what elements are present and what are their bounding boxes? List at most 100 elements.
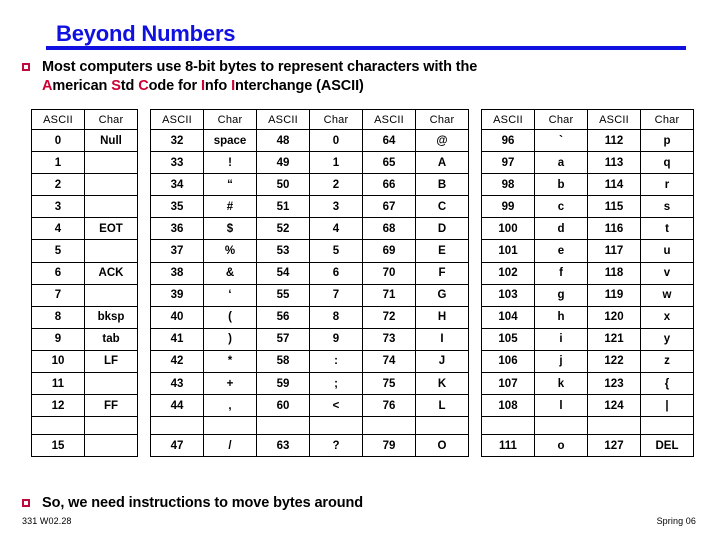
column-spacer-3-8 [468,306,482,329]
table-row: 1 33! 49 1 65 A 97 a 113 q [31,151,694,175]
cell-ascii-4-14: 111 [481,434,535,458]
cell-ascii-4-12: 108 [481,394,535,418]
cell-ascii-4-4: 100 [481,217,535,241]
cell-char-2-9: 9 [309,327,363,351]
cell-ascii-4-5: 101 [481,239,535,263]
column-spacer-0-10 [137,350,151,373]
cell-ascii-3-8: 72 [362,305,416,329]
cell-ascii-0-8: 8 [31,305,85,329]
cell-char-0-13 [84,416,138,436]
cell-char-2-2: 2 [309,173,363,197]
cell-ascii-4-8: 104 [481,305,535,329]
column-spacer-0-14 [137,434,151,457]
cell-ascii-3-2: 66 [362,173,416,197]
column-header-char-2: Char [309,109,363,130]
cell-char-1-14: / [203,434,257,458]
cell-char-0-9: tab [84,327,138,351]
cell-ascii-3-14: 79 [362,434,416,458]
cell-char-1-8: ( [203,305,257,329]
cell-char-4-10: j [534,349,588,374]
cell-ascii-2-10: 58 [256,349,310,374]
column-spacer-0-13 [137,416,151,435]
cell-char-4-11: k [534,372,588,396]
cell-char-1-13 [203,416,257,436]
cell-ascii-0-4: 4 [31,217,85,241]
footer-left-text: 331 W02.28 [22,516,72,526]
bullet-bottom-text: So, we need instructions to move bytes a… [42,495,363,511]
cell-char-1-11: + [203,372,257,396]
column-spacer-0-11 [137,372,151,395]
cell-ascii-1-7: 39 [150,283,204,307]
cell-ascii-2-0: 48 [256,128,310,153]
table-row: 15 47/63? 79 O 111 o 127 DEL [31,434,694,458]
column-header-ascii-5: ASCII [587,109,641,130]
cell-char-5-3: s [640,195,694,219]
bullet-item-top: Most computers use 8-bit bytes to repres… [22,58,712,96]
table-row: 0 Null 32 space 48 0 64 @96 ` 112 p [31,128,694,153]
cell-char-4-8: h [534,305,588,329]
cell-ascii-5-12: 124 [587,394,641,418]
cell-char-4-6: f [534,261,588,285]
cell-ascii-0-9: 9 [31,327,85,351]
cell-ascii-2-13 [256,416,310,436]
cell-char-5-2: r [640,173,694,197]
cell-char-4-9: i [534,327,588,351]
ascii-table-container: ASCII Char ASCII Char ASCII Char ASCII Char ASCI… [31,109,694,458]
cell-ascii-5-5: 117 [587,239,641,263]
column-spacer-3-5 [468,239,482,263]
cell-char-1-2: “ [203,173,257,197]
cell-char-2-12: < [309,394,363,418]
cell-ascii-5-10: 122 [587,349,641,374]
cell-ascii-4-7: 103 [481,283,535,307]
cell-char-2-10: : [309,349,363,374]
cell-char-4-1: a [534,151,588,175]
cell-char-3-8: H [415,305,469,329]
cell-ascii-1-11: 43 [150,372,204,396]
column-spacer-0-3 [137,195,151,218]
bullet-square-icon [22,499,30,507]
bullet-top-line2-part-9: nterchange (ASCII) [235,78,364,95]
cell-char-3-7: G [415,283,469,307]
column-spacer-0-12 [137,394,151,417]
cell-ascii-4-13 [481,416,535,436]
cell-ascii-0-2: 2 [31,173,85,197]
title-underline-rule [46,46,686,50]
cell-ascii-2-3: 51 [256,195,310,219]
bullet-top-line2: American Std Code for Info Interchange (… [42,78,364,94]
bullet-square-icon [22,63,30,71]
cell-ascii-3-3: 67 [362,195,416,219]
table-row: 12 FF 44, 60 <76 L 108 l 124 | [31,394,694,418]
column-header-ascii-4: ASCII [481,109,535,130]
cell-ascii-2-9: 57 [256,327,310,351]
column-spacer-0-9 [137,328,151,351]
column-spacer-3-9 [468,328,482,351]
cell-char-3-9: I [415,327,469,351]
cell-char-1-9: ) [203,327,257,351]
cell-char-0-10: LF [84,349,138,374]
cell-char-3-2: B [415,173,469,197]
cell-ascii-3-5: 69 [362,239,416,263]
cell-ascii-5-7: 119 [587,283,641,307]
cell-char-2-4: 4 [309,217,363,241]
column-header-char-3: Char [415,109,469,130]
page-title: Beyond Numbers [56,21,236,46]
cell-ascii-0-13 [31,416,85,436]
column-spacer-0-5 [137,239,151,263]
cell-char-4-3: c [534,195,588,219]
bullet-top-line2-part-1: merican [52,78,112,95]
cell-char-5-1: q [640,151,694,175]
cell-char-5-10: z [640,349,694,374]
cell-char-1-5: % [203,239,257,263]
cell-ascii-2-8: 56 [256,305,310,329]
cell-ascii-2-5: 53 [256,239,310,263]
cell-ascii-0-12: 12 [31,394,85,418]
table-row: 11 43 +59; 75 K 107 k 123{ [31,372,694,396]
cell-ascii-4-9: 105 [481,327,535,351]
cell-ascii-0-11: 11 [31,372,85,396]
cell-char-3-13 [415,416,469,436]
column-spacer-0-7 [137,284,151,307]
column-spacer-0-4 [137,217,151,240]
column-spacer-3 [468,109,482,130]
cell-ascii-3-13 [362,416,416,436]
cell-ascii-2-12: 60 [256,394,310,418]
